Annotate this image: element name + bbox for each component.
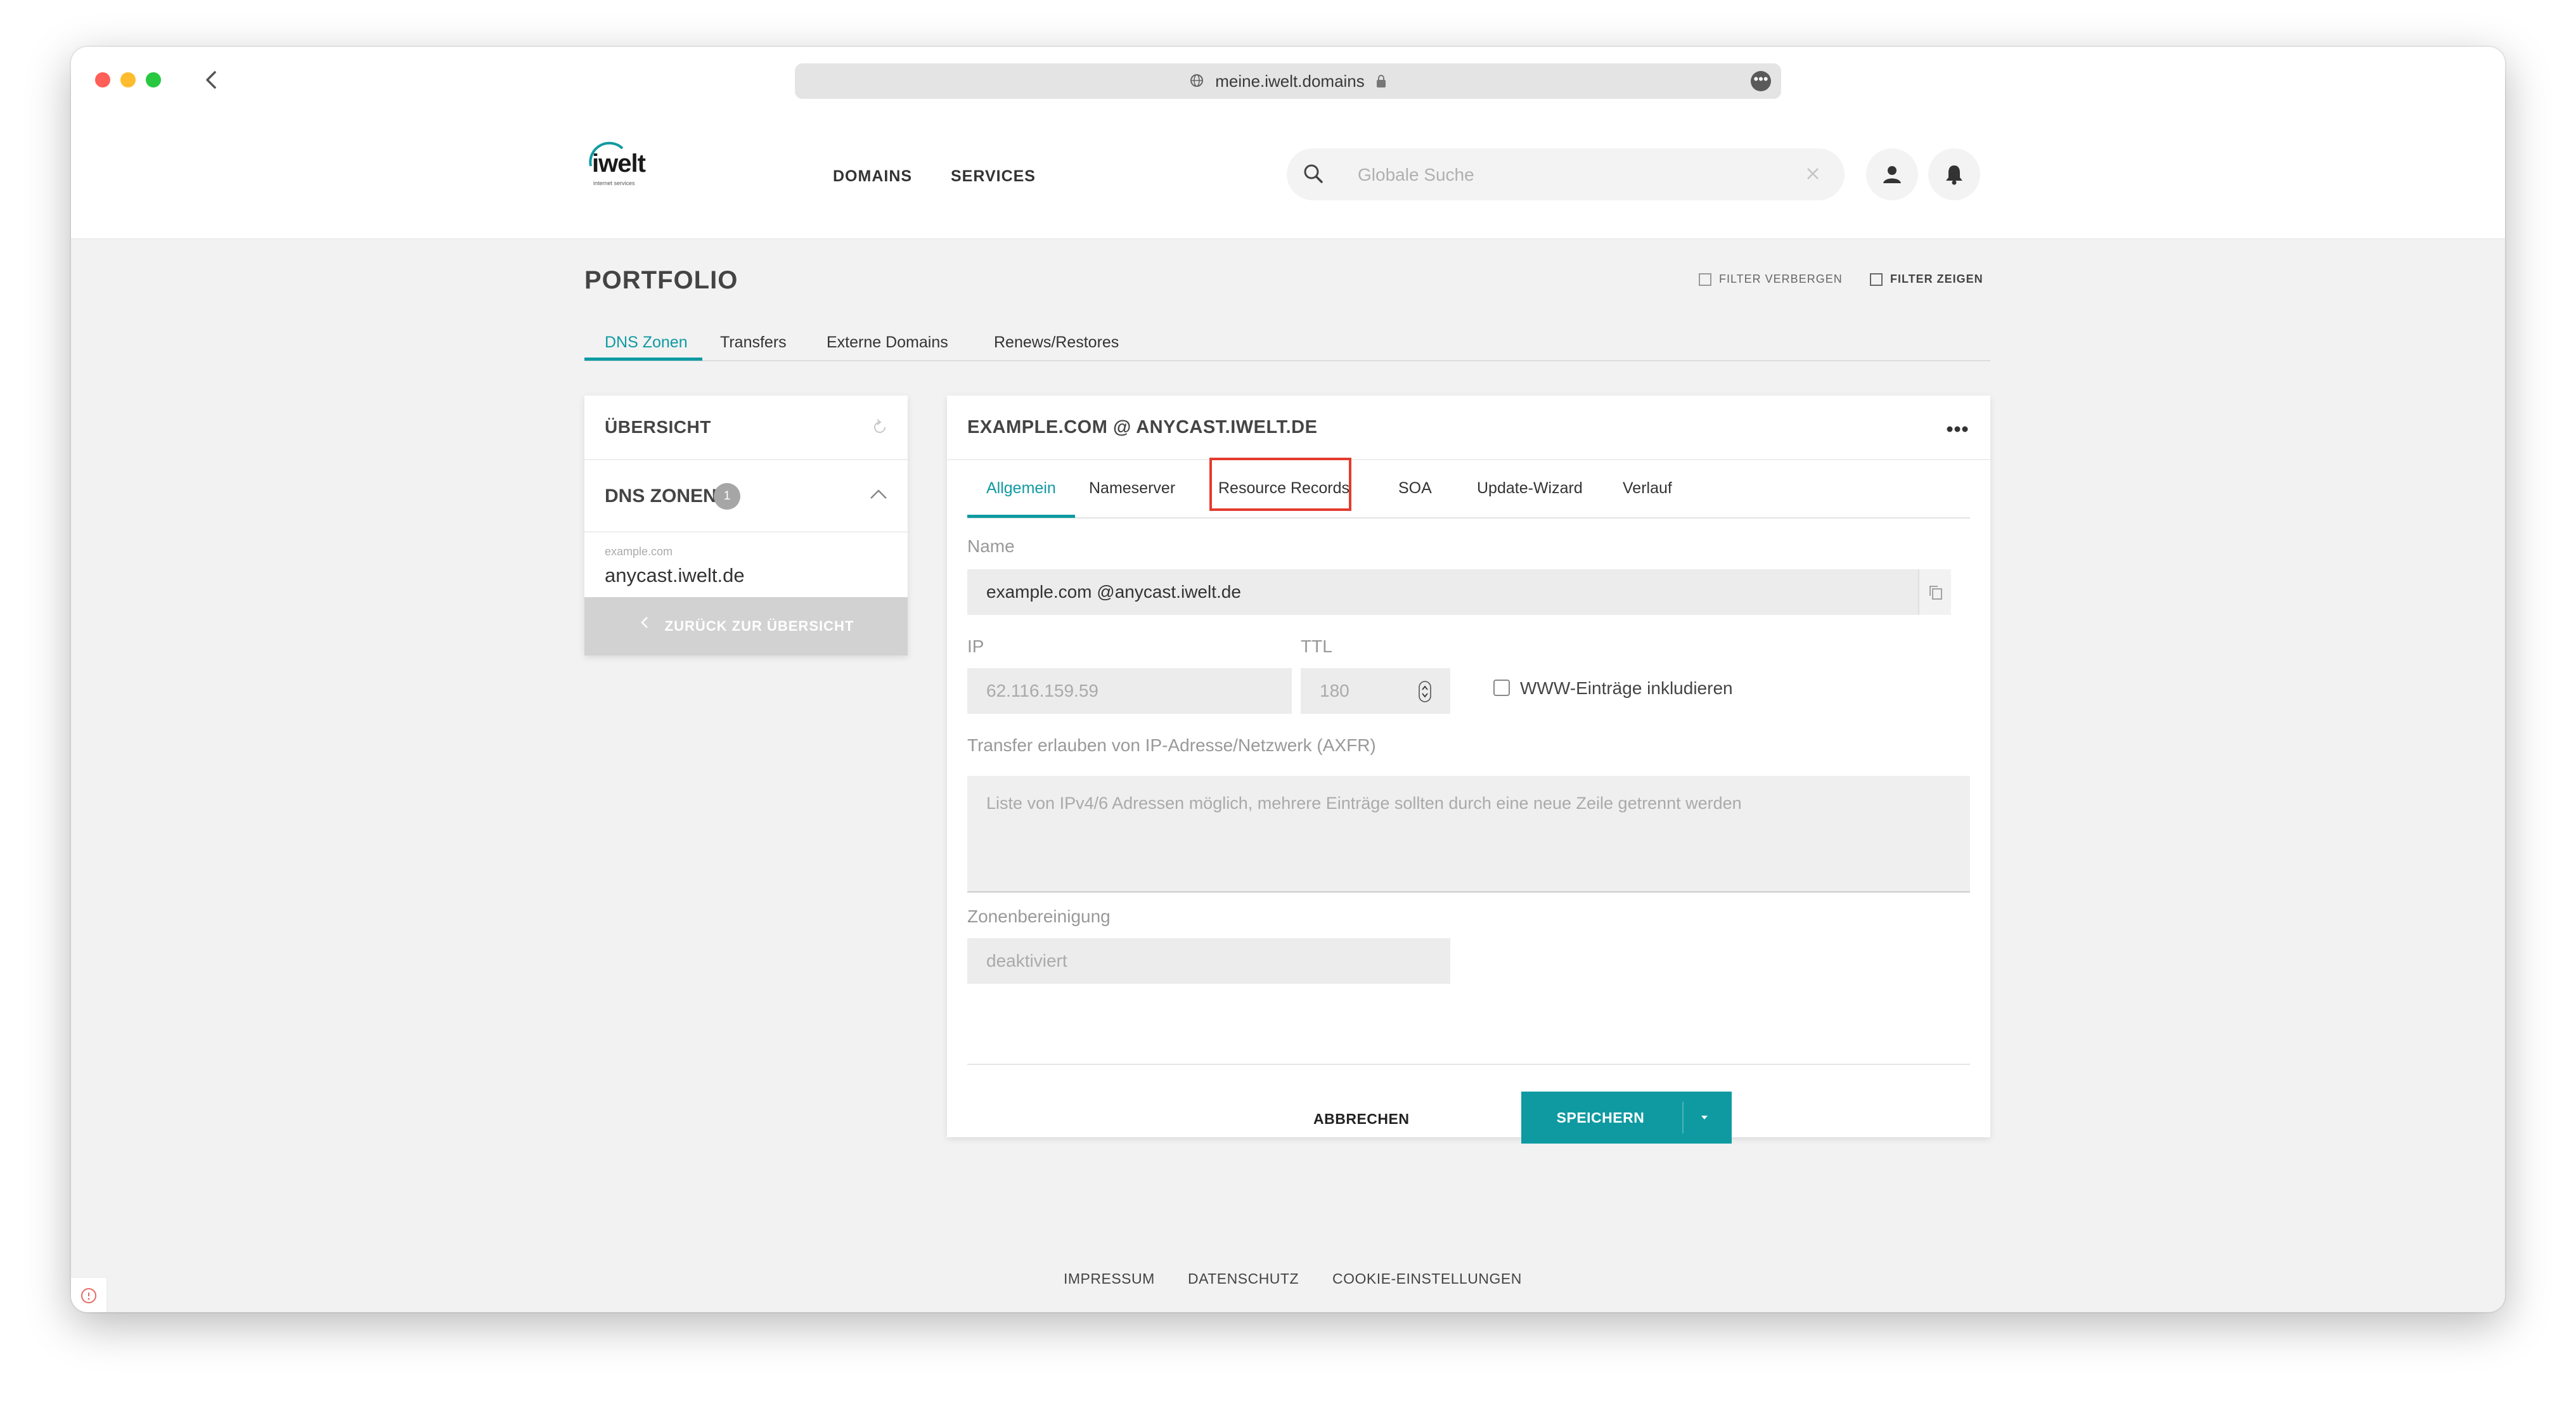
zone-list-item[interactable]: anycast.iwelt.de xyxy=(605,564,745,587)
name-value: example.com @anycast.iwelt.de xyxy=(986,582,1241,602)
site-header: iwelt internet services DOMAINS SERVICES… xyxy=(71,113,2505,239)
portfolio-tabs: DNS Zonen Transfers Externe Domains Rene… xyxy=(584,319,1990,361)
sidebar-overview-title: ÜBERSICHT xyxy=(605,417,711,437)
save-button-separator xyxy=(1682,1102,1684,1133)
bell-icon xyxy=(1946,165,1962,185)
footer-datenschutz[interactable]: DATENSCHUTZ xyxy=(1188,1270,1299,1287)
copy-button[interactable] xyxy=(1918,569,1951,615)
ttl-value: 180 xyxy=(1320,681,1349,700)
cleanup-select[interactable]: deaktiviert xyxy=(967,938,1450,984)
user-account-button[interactable] xyxy=(1866,148,1918,200)
ip-field[interactable]: 62.116.159.59 xyxy=(967,668,1292,714)
footer-cookie-settings[interactable]: COOKIE-EINSTELLUNGEN xyxy=(1332,1270,1522,1287)
browser-window: meine.iwelt.domains ••• iwelt internet s… xyxy=(71,47,2505,1312)
ip-value: 62.116.159.59 xyxy=(986,681,1098,700)
filter-hide-button[interactable]: FILTER VERBERGEN xyxy=(1699,273,1843,287)
sidebar: ÜBERSICHT DNS ZONEN 1 example.com anycas… xyxy=(584,396,908,655)
panel-title: EXAMPLE.COM @ ANYCAST.IWELT.DE xyxy=(967,417,1318,437)
www-checkbox-label[interactable]: WWW-Einträge inkludieren xyxy=(1520,678,1733,699)
tab-transfers[interactable]: Transfers xyxy=(720,333,787,352)
clear-search-icon[interactable] xyxy=(1801,162,1824,188)
zone-tabs: Allgemein Nameserver Resource Records SO… xyxy=(967,460,1970,519)
info-button[interactable] xyxy=(71,1277,108,1312)
active-tab-indicator xyxy=(584,358,702,361)
sidebar-panel-icon xyxy=(1870,273,1883,287)
browser-titlebar: meine.iwelt.domains ••• xyxy=(71,47,2505,113)
chevron-left-icon xyxy=(638,598,651,656)
tab-soa[interactable]: SOA xyxy=(1398,479,1432,498)
tab-nameserver[interactable]: Nameserver xyxy=(1089,479,1175,498)
name-label: Name xyxy=(967,536,1015,556)
save-button-group: SPEICHERN xyxy=(1521,1092,1732,1144)
zone-detail-panel: EXAMPLE.COM @ ANYCAST.IWELT.DE Allgemein… xyxy=(947,396,1990,1144)
filter-hide-label: FILTER VERBERGEN xyxy=(1719,273,1843,285)
www-checkbox[interactable] xyxy=(1493,680,1510,696)
search-input[interactable]: Globale Suche xyxy=(1358,165,1474,185)
tab-renews-restores[interactable]: Renews/Restores xyxy=(994,333,1119,352)
back-to-overview-label: ZURÜCK ZUR ÜBERSICHT xyxy=(664,618,854,634)
zoom-window-button[interactable] xyxy=(146,72,161,87)
filter-show-label: FILTER ZEIGEN xyxy=(1890,273,1983,285)
lock-icon xyxy=(1375,65,1387,100)
stepper-arrows-icon[interactable] xyxy=(1419,681,1431,707)
sidebar-dns-zonen-section[interactable]: DNS ZONEN 1 xyxy=(584,459,908,532)
filter-show-button[interactable]: FILTER ZEIGEN xyxy=(1870,273,1983,287)
nav-domains[interactable]: DOMAINS xyxy=(833,167,912,186)
copy-icon xyxy=(1929,586,1942,600)
sidebar-overview-header[interactable]: ÜBERSICHT xyxy=(584,396,908,460)
more-actions-icon[interactable] xyxy=(1946,425,1969,436)
transfer-label: Transfer erlauben von IP-Adresse/Netzwer… xyxy=(967,735,1376,755)
tab-verlauf[interactable]: Verlauf xyxy=(1623,479,1672,498)
cleanup-value: deaktiviert xyxy=(986,951,1067,971)
form-actions-divider xyxy=(967,1064,1970,1065)
cleanup-label: Zonenbereinigung xyxy=(967,906,1111,926)
nav-services[interactable]: SERVICES xyxy=(951,167,1036,186)
tab-externe-domains[interactable]: Externe Domains xyxy=(827,333,948,352)
back-to-overview-button[interactable]: ZURÜCK ZUR ÜBERSICHT xyxy=(584,597,908,655)
ttl-label: TTL xyxy=(1301,636,1332,656)
global-search[interactable]: Globale Suche xyxy=(1287,148,1845,200)
count-badge: 1 xyxy=(714,483,740,510)
transfer-placeholder: Liste von IPv4/6 Adressen möglich, mehre… xyxy=(986,794,1742,813)
logo-subtext: internet services xyxy=(593,180,635,186)
globe-icon xyxy=(1189,65,1204,100)
back-icon[interactable] xyxy=(198,66,226,94)
resource-records-highlight xyxy=(1209,458,1351,511)
logo-wordmark: iwelt xyxy=(592,150,646,177)
iwelt-logo[interactable]: iwelt internet services xyxy=(584,141,654,191)
address-bar[interactable]: meine.iwelt.domains ••• xyxy=(795,63,1781,99)
footer-impressum[interactable]: IMPRESSUM xyxy=(1064,1270,1155,1287)
info-icon xyxy=(81,1288,96,1303)
save-button[interactable]: SPEICHERN xyxy=(1521,1092,1680,1144)
more-options-icon[interactable]: ••• xyxy=(1751,71,1771,91)
refresh-icon[interactable] xyxy=(870,417,890,441)
search-icon xyxy=(1301,161,1326,190)
minimize-window-button[interactable] xyxy=(120,72,136,87)
tab-allgemein[interactable]: Allgemein xyxy=(986,479,1056,498)
tab-dns-zonen[interactable]: DNS Zonen xyxy=(605,333,688,352)
ttl-stepper[interactable]: 180 xyxy=(1301,668,1450,714)
cancel-button[interactable]: ABBRECHEN xyxy=(1313,1093,1409,1145)
page-title: PORTFOLIO xyxy=(584,266,738,294)
name-field[interactable]: example.com @anycast.iwelt.de xyxy=(967,569,1918,615)
close-window-button[interactable] xyxy=(95,72,110,87)
tab-update-wizard[interactable]: Update-Wizard xyxy=(1477,479,1583,498)
checkbox-icon xyxy=(1699,273,1711,287)
active-zone-tab-indicator xyxy=(967,515,1075,518)
url-text: meine.iwelt.domains xyxy=(1215,72,1365,91)
caret-down-icon[interactable] xyxy=(1699,1113,1710,1125)
transfer-textarea[interactable]: Liste von IPv4/6 Adressen möglich, mehre… xyxy=(967,776,1970,893)
zone-domain-label: example.com xyxy=(605,545,673,558)
sidebar-section-title: DNS ZONEN xyxy=(605,486,717,506)
notifications-button[interactable] xyxy=(1928,148,1980,200)
user-icon xyxy=(1883,166,1901,183)
chevron-up-icon[interactable] xyxy=(867,486,890,506)
ip-label: IP xyxy=(967,636,984,656)
